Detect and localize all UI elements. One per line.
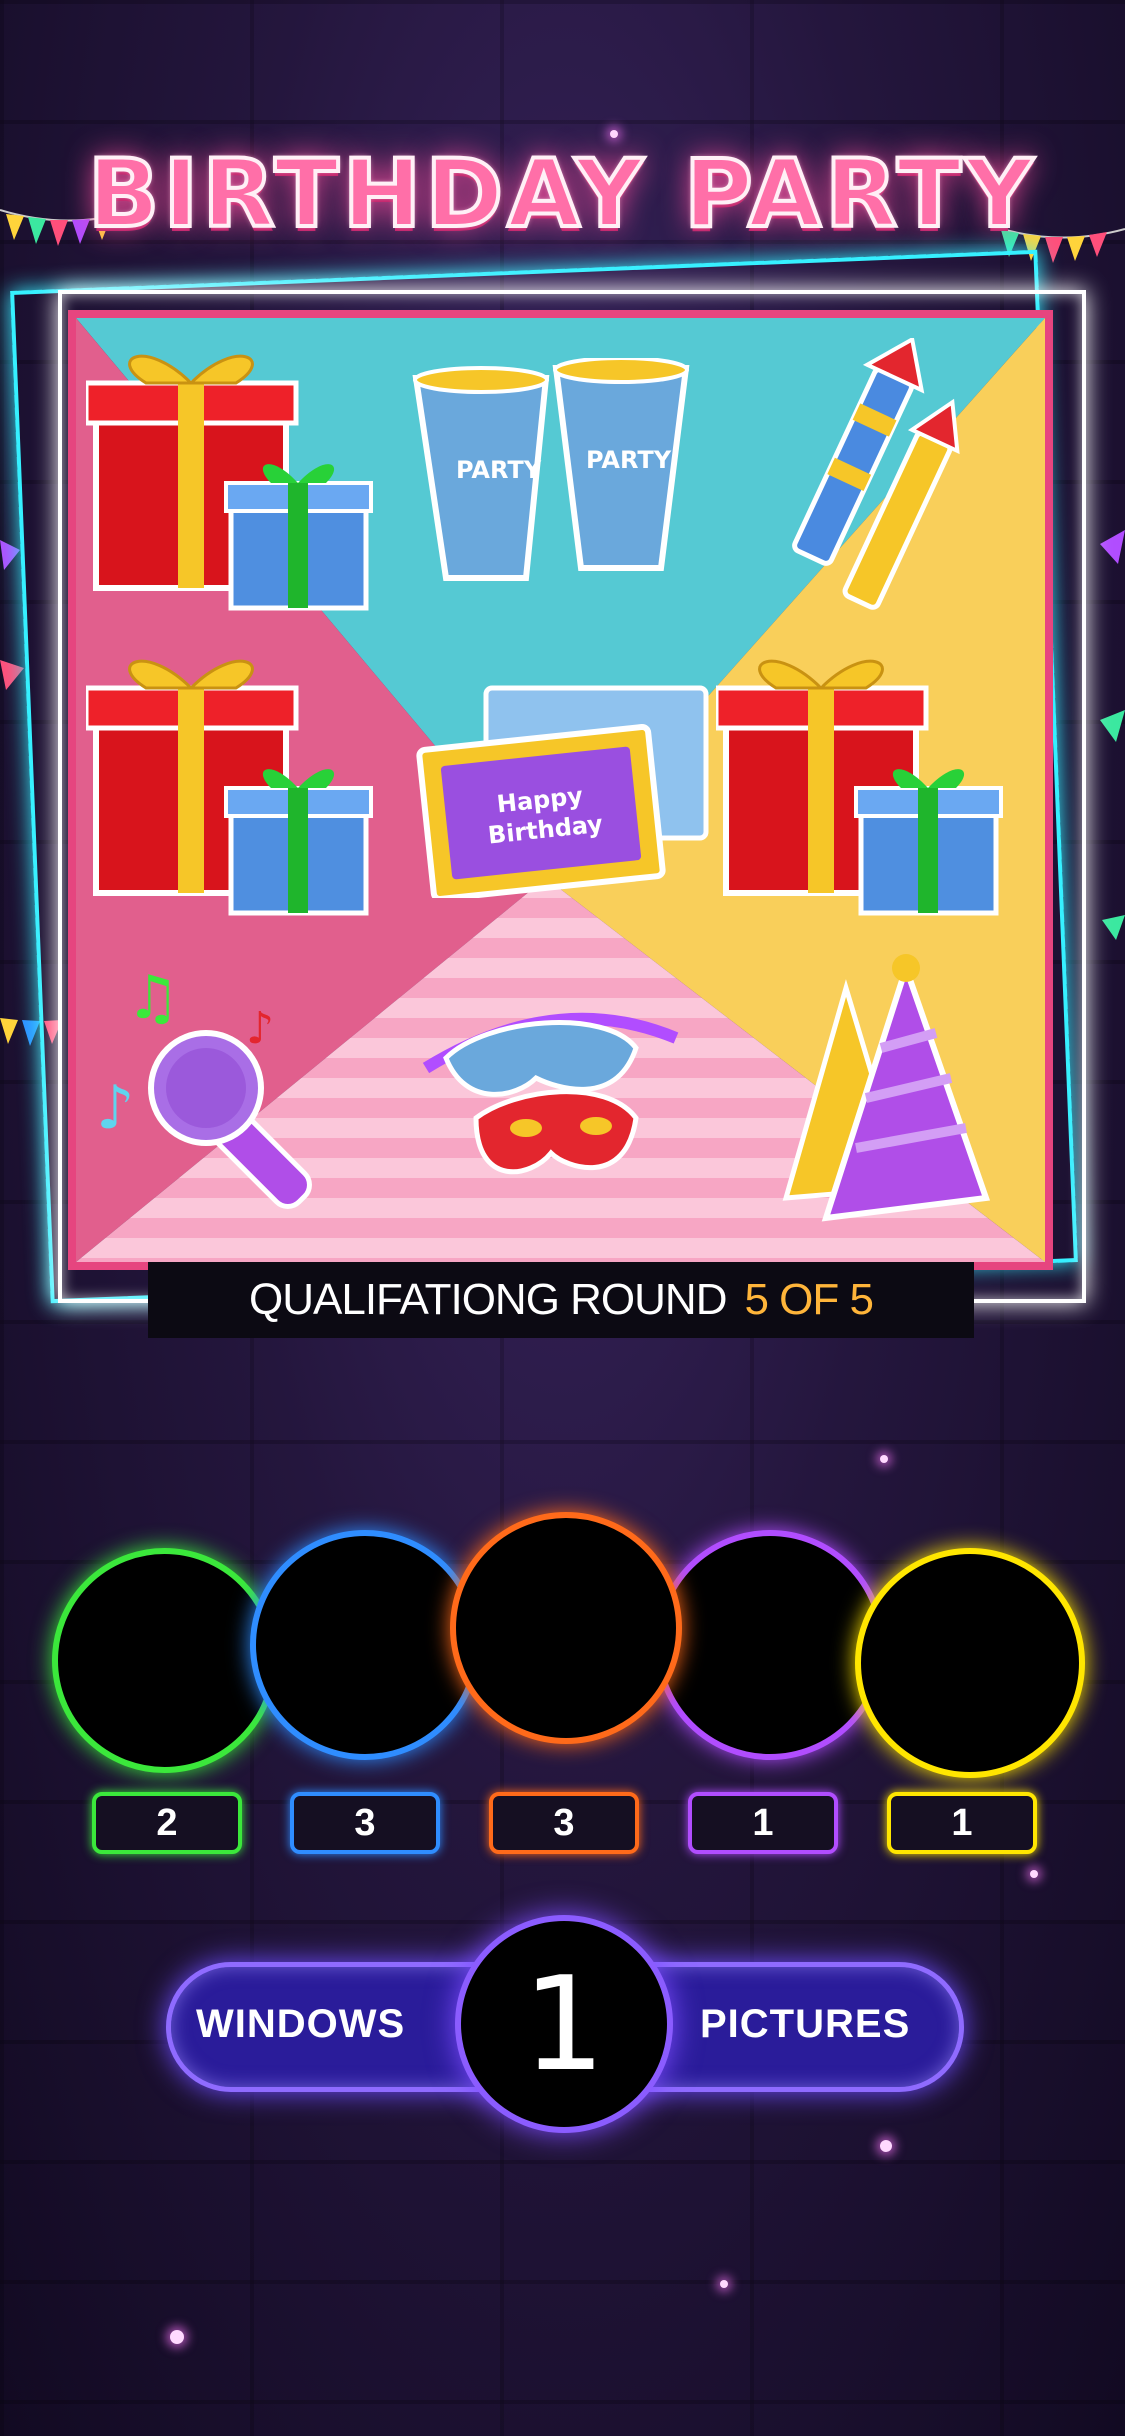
svg-text:♪: ♪ [96,1073,134,1143]
count-box-green: 2 [92,1792,242,1854]
answer-slot-orange[interactable] [450,1512,682,1744]
sparkle [1030,1870,1038,1878]
masks-icon [422,1012,679,1175]
count-box-blue: 3 [290,1792,440,1854]
sparkle [610,130,618,138]
round-progress: 5 OF 5 [744,1275,873,1324]
answer-slot-blue[interactable] [250,1530,480,1760]
windows-count-circle: 1 [455,1915,673,2133]
puzzle-picture[interactable]: PARTY PARTY Happy Birthday ♫ ♪ ♪ [68,310,1053,1270]
windows-count-value: 1 [522,1948,606,2100]
answer-slot-yellow[interactable] [855,1548,1085,1778]
sparkle [880,2140,892,2152]
game-title: BIRTHDAY PARTY [86,138,1038,251]
count-value: 3 [553,1801,575,1844]
party-cups-icon: PARTY PARTY [412,358,690,581]
microphone-icon: ♫ ♪ ♪ [96,963,312,1209]
svg-text:♪: ♪ [246,1003,274,1054]
count-value: 2 [156,1801,178,1844]
count-box-orange: 3 [489,1792,639,1854]
count-value: 3 [354,1801,376,1844]
rockets-icon [792,338,960,610]
round-indicator: QUALIFATIONG ROUND 5 OF 5 [148,1262,974,1338]
cup-brand-right: PARTY [586,446,672,474]
windows-label: WINDOWS [196,2002,406,2046]
gift-boxes-icon [86,659,373,916]
sparkle [880,1455,888,1463]
round-label: QUALIFATIONG ROUND [249,1275,727,1324]
answer-slot-green[interactable] [52,1548,277,1773]
gift-boxes-icon [86,354,373,611]
answer-slot-purple[interactable] [655,1530,885,1760]
cup-brand-left: PARTY [456,456,542,484]
pictures-label: PICTURES [700,2002,911,2046]
birthday-card-icon: Happy Birthday [416,685,709,898]
count-value: 1 [752,1801,774,1844]
sparkle [720,2280,728,2288]
count-box-yellow: 1 [887,1792,1037,1854]
count-box-purple: 1 [688,1792,838,1854]
sparkle [170,2330,184,2344]
party-hats-icon [782,954,991,1222]
count-value: 1 [951,1801,973,1844]
svg-text:♫: ♫ [126,963,180,1033]
gift-boxes-icon [716,659,1003,916]
